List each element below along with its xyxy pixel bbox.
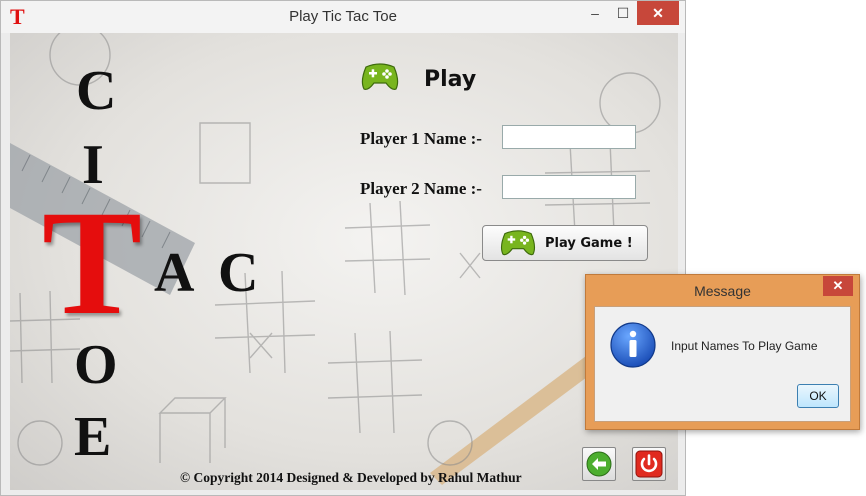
dialog-close-button[interactable]: ✕ [823, 276, 853, 296]
logo-letter-o: O [74, 334, 118, 396]
back-arrow-icon [586, 451, 612, 477]
logo-letter-c2: C [218, 242, 259, 304]
player2-name-input[interactable] [502, 175, 636, 199]
game-canvas: C I T A C O E Play Player 1 Name :- Play… [10, 33, 678, 490]
play-game-button[interactable]: Play Game ! [482, 225, 648, 261]
close-button[interactable]: ✕ [637, 1, 679, 25]
logo-letter-c: C [76, 60, 117, 122]
ok-button[interactable]: OK [797, 384, 839, 408]
play-heading: Play [424, 67, 477, 92]
dialog-body: Input Names To Play Game OK [594, 306, 851, 422]
maximize-button[interactable]: ☐ [609, 1, 637, 25]
gamepad-icon [361, 63, 399, 90]
info-icon [610, 322, 656, 368]
dialog-message: Input Names To Play Game [671, 339, 818, 353]
minimize-button[interactable]: – [581, 1, 609, 25]
power-icon [635, 450, 663, 478]
exit-button[interactable] [632, 447, 666, 481]
player2-label: Player 2 Name :- [360, 179, 482, 198]
message-dialog: Message ✕ Input Names To Play Game OK [585, 274, 860, 430]
app-icon: T [10, 4, 25, 29]
gamepad-icon [500, 230, 536, 256]
logo-letter-t: T [42, 180, 143, 346]
logo-letter-a: A [154, 242, 195, 304]
player1-label: Player 1 Name :- [360, 129, 482, 148]
title-bar[interactable]: T Play Tic Tac Toe – ☐ ✕ [1, 1, 685, 33]
back-button[interactable] [582, 447, 616, 481]
player1-name-input[interactable] [502, 125, 636, 149]
dialog-title: Message [694, 283, 751, 299]
play-game-label: Play Game ! [545, 235, 633, 251]
main-window: T Play Tic Tac Toe – ☐ ✕ C I T A C O E P… [0, 0, 686, 496]
logo-letter-e: E [74, 406, 112, 468]
copyright-text: © Copyright 2014 Designed & Developed by… [180, 470, 522, 485]
